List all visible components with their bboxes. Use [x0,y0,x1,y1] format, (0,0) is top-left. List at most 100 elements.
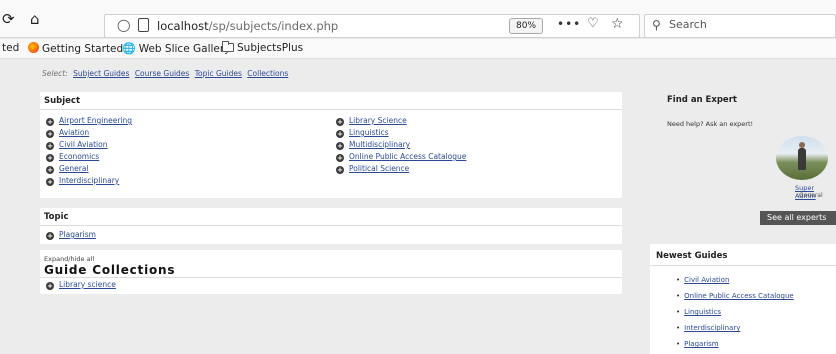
expand-plus-icon[interactable]: + [46,130,54,138]
list-item[interactable]: + Civil Aviation [46,140,108,150]
see-all-experts-button[interactable]: See all experts [760,211,836,225]
expand-plus-icon[interactable]: + [46,232,54,240]
search-icon: ⚲ [652,18,661,32]
expand-plus-icon[interactable]: + [46,154,54,162]
expand-plus-icon[interactable]: + [46,166,54,174]
bookmark-subjectsplus[interactable]: SubjectsPlus [222,41,304,54]
list-item[interactable]: • Interdisciplinary [676,324,740,332]
list-item[interactable]: + Economics [46,152,99,162]
search-input[interactable] [669,18,829,31]
subject-link[interactable]: Aviation [59,128,89,137]
bullet: • [676,308,681,316]
nav-topic-guides[interactable]: Topic Guides [195,69,242,78]
pocket-icon[interactable]: ♡ [587,16,599,31]
select-label: Select: [42,69,68,78]
newest-guide-link[interactable]: Online Public Access Catalogue [684,292,794,300]
find-expert-heading: Find an Expert [667,95,737,105]
expand-plus-icon[interactable]: + [336,118,344,126]
page-info-icon[interactable] [138,18,149,32]
newest-guide-link[interactable]: Linguistics [684,308,721,316]
expand-plus-icon[interactable]: + [46,142,54,150]
bookmark-label: SubjectsPlus [237,42,304,54]
nav-course-guides[interactable]: Course Guides [135,69,190,78]
bookmark-truncated[interactable]: ted [2,42,19,54]
bookmark-getting-started[interactable]: Getting Started [28,42,123,55]
list-item[interactable]: + Library Science [336,116,407,126]
newest-guide-link[interactable]: Plagarism [684,340,718,348]
expand-plus-icon[interactable]: + [46,178,54,186]
expand-hide-all-toggle[interactable]: Expand/hide all [44,255,94,263]
subject-link[interactable]: General [59,164,89,173]
bullet: • [676,276,681,284]
subject-link[interactable]: Political Science [349,164,409,173]
url-path: /sp/subjects/index.php [208,19,339,33]
newest-guide-link[interactable]: Civil Aviation [684,276,729,284]
topic-heading: Topic [44,212,69,222]
guide-collections-panel: Expand/hide all Guide Collections + Libra… [40,250,622,294]
page-actions-icon[interactable]: ••• [557,17,581,31]
divider [40,225,622,226]
bookmarks-toolbar: ted Getting Started 🌐 Web Slice Gallery S… [0,39,836,59]
topic-link[interactable]: Plagarism [59,230,96,239]
list-item[interactable]: • Plagarism [676,340,719,348]
bullet: • [676,340,681,348]
list-item[interactable]: + Multidisciplinary [336,140,410,150]
subject-link[interactable]: Linguistics [349,128,389,137]
newest-guides-heading: Newest Guides [656,251,728,261]
select-nav: Select: Subject Guides Course Guides Top… [42,69,291,78]
expert-role: General [799,192,823,199]
search-bar[interactable]: ⚲ [644,14,836,38]
list-item[interactable]: + Political Science [336,164,409,174]
newest-guides-panel: Newest Guides • Civil Aviation • Online Pu… [650,244,836,354]
list-item[interactable]: + General [46,164,89,174]
expand-plus-icon[interactable]: + [336,142,344,150]
avatar[interactable] [776,136,828,180]
expand-plus-icon[interactable]: + [46,118,54,126]
expand-plus-icon[interactable]: + [46,282,54,290]
zoom-level-button[interactable]: 80% [509,18,544,34]
bookmark-web-slice-gallery[interactable]: 🌐 Web Slice Gallery [122,42,230,55]
list-item[interactable]: • Online Public Access Catalogue [676,292,794,300]
expand-plus-icon[interactable]: + [336,154,344,162]
bookmark-star-icon[interactable]: ☆ [611,16,624,32]
nav-collections[interactable]: Collections [247,69,288,78]
bullet: • [676,324,681,332]
list-item[interactable]: + Plagarism [46,230,96,240]
address-bar[interactable]: ◯ localhost/sp/subjects/index.php 80% ••… [104,14,640,38]
bookmark-label: Web Slice Gallery [138,43,231,55]
shield-icon[interactable]: ◯ [117,18,130,32]
divider [40,109,622,110]
list-item[interactable]: + Linguistics [336,128,389,138]
topic-panel: Topic + Plagarism [40,208,622,244]
nav-subject-guides[interactable]: Subject Guides [73,69,129,78]
home-icon[interactable]: ⌂ [30,10,40,28]
newest-guide-link[interactable]: Interdisciplinary [684,324,740,332]
globe-icon: 🌐 [122,42,136,55]
browser-toolbar: ⟳ ⌂ ◯ localhost/sp/subjects/index.php 80… [0,0,836,38]
bullet: • [676,292,681,300]
subject-link[interactable]: Economics [59,152,99,161]
list-item[interactable]: + Interdisciplinary [46,176,119,186]
collection-link[interactable]: Library science [59,280,116,289]
address-url[interactable]: localhost/sp/subjects/index.php [157,19,338,33]
divider [650,265,836,266]
list-item[interactable]: + Airport Engineering [46,116,132,126]
reload-icon[interactable]: ⟳ [2,10,15,28]
subject-link[interactable]: Interdisciplinary [59,176,119,185]
list-item[interactable]: • Linguistics [676,308,721,316]
list-item[interactable]: + Online Public Access Catalogue [336,152,466,162]
subject-link[interactable]: Airport Engineering [59,116,132,125]
subject-link[interactable]: Library Science [349,116,407,125]
folder-icon [222,41,234,52]
avatar-person [798,148,806,170]
expand-plus-icon[interactable]: + [336,166,344,174]
list-item[interactable]: • Civil Aviation [676,276,729,284]
list-item[interactable]: + Aviation [46,128,89,138]
collections-heading: Guide Collections [44,263,176,277]
expand-plus-icon[interactable]: + [336,130,344,138]
subject-link[interactable]: Civil Aviation [59,140,108,149]
url-host: localhost [157,19,209,33]
list-item[interactable]: + Library science [46,280,116,290]
subject-link[interactable]: Online Public Access Catalogue [349,152,466,161]
subject-link[interactable]: Multidisciplinary [349,140,410,149]
